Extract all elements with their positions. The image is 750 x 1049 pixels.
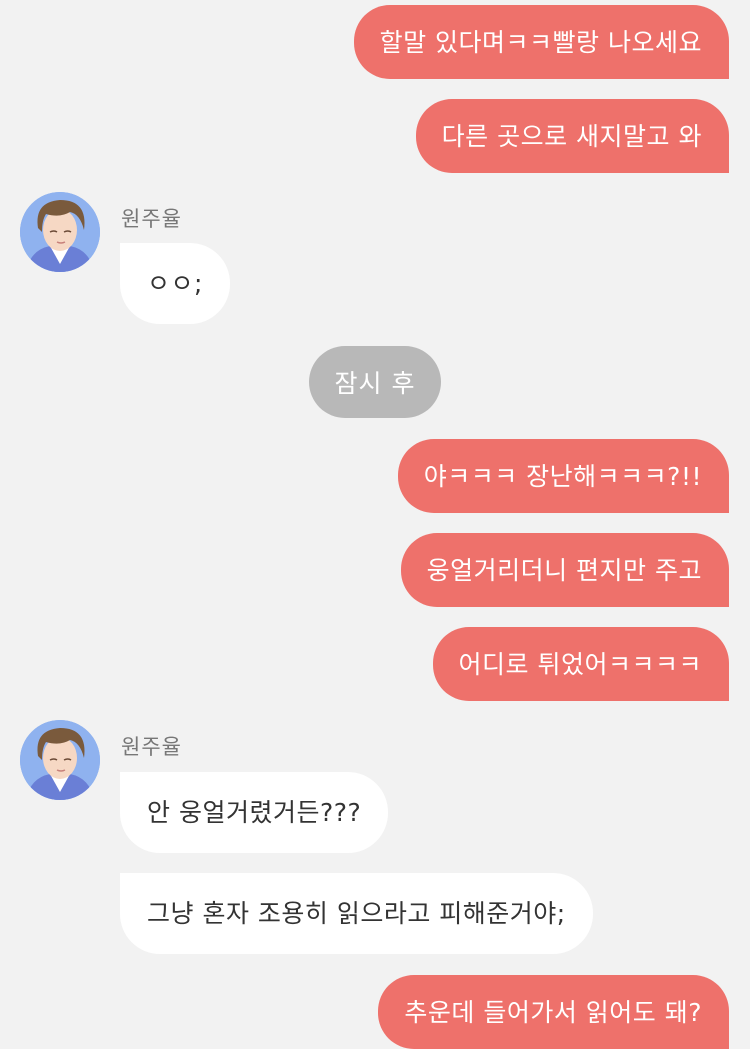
system-text: 잠시 후	[334, 369, 416, 398]
message-text: 어디로 튀었어ㅋㅋㅋㅋ	[458, 649, 702, 679]
outgoing-message-bubble: 야ㅋㅋㅋ 장난해ㅋㅋㅋ?!!	[397, 439, 729, 513]
contact-name: 원주율	[121, 207, 182, 231]
outgoing-message-bubble: 다른 곳으로 새지말고 와	[415, 99, 729, 173]
outgoing-message-bubble: 웅얼거리더니 편지만 주고	[400, 533, 729, 607]
incoming-message-bubble: 그냥 혼자 조용히 읽으라고 피해준거야;	[120, 873, 593, 954]
time-divider-pill: 잠시 후	[309, 346, 441, 418]
message-text: 야ㅋㅋㅋ 장난해ㅋㅋㅋ?!!	[423, 461, 702, 491]
incoming-message-bubble: 안 웅얼거렸거든???	[120, 772, 389, 853]
avatar-icon	[20, 192, 100, 272]
message-text: 웅얼거리더니 편지만 주고	[426, 555, 702, 585]
outgoing-message-bubble: 추운데 들어가서 읽어도 돼?	[378, 975, 729, 1049]
message-text: ㅇㅇ;	[147, 269, 203, 298]
message-text: 안 웅얼거렸거든???	[147, 798, 362, 827]
message-text: 할말 있다며ㅋㅋ빨랑 나오세요	[379, 27, 702, 57]
outgoing-message-bubble: 어디로 튀었어ㅋㅋㅋㅋ	[432, 627, 729, 701]
outgoing-message-bubble: 할말 있다며ㅋㅋ빨랑 나오세요	[353, 5, 729, 79]
message-text: 그냥 혼자 조용히 읽으라고 피해준거야;	[147, 899, 566, 928]
message-text: 다른 곳으로 새지말고 와	[441, 121, 702, 151]
contact-name: 원주율	[121, 735, 182, 759]
contact-avatar[interactable]	[20, 720, 100, 800]
incoming-message-bubble: ㅇㅇ;	[120, 243, 230, 324]
message-text: 추운데 들어가서 읽어도 돼?	[404, 997, 702, 1027]
avatar-icon	[20, 720, 100, 800]
contact-avatar[interactable]	[20, 192, 100, 272]
